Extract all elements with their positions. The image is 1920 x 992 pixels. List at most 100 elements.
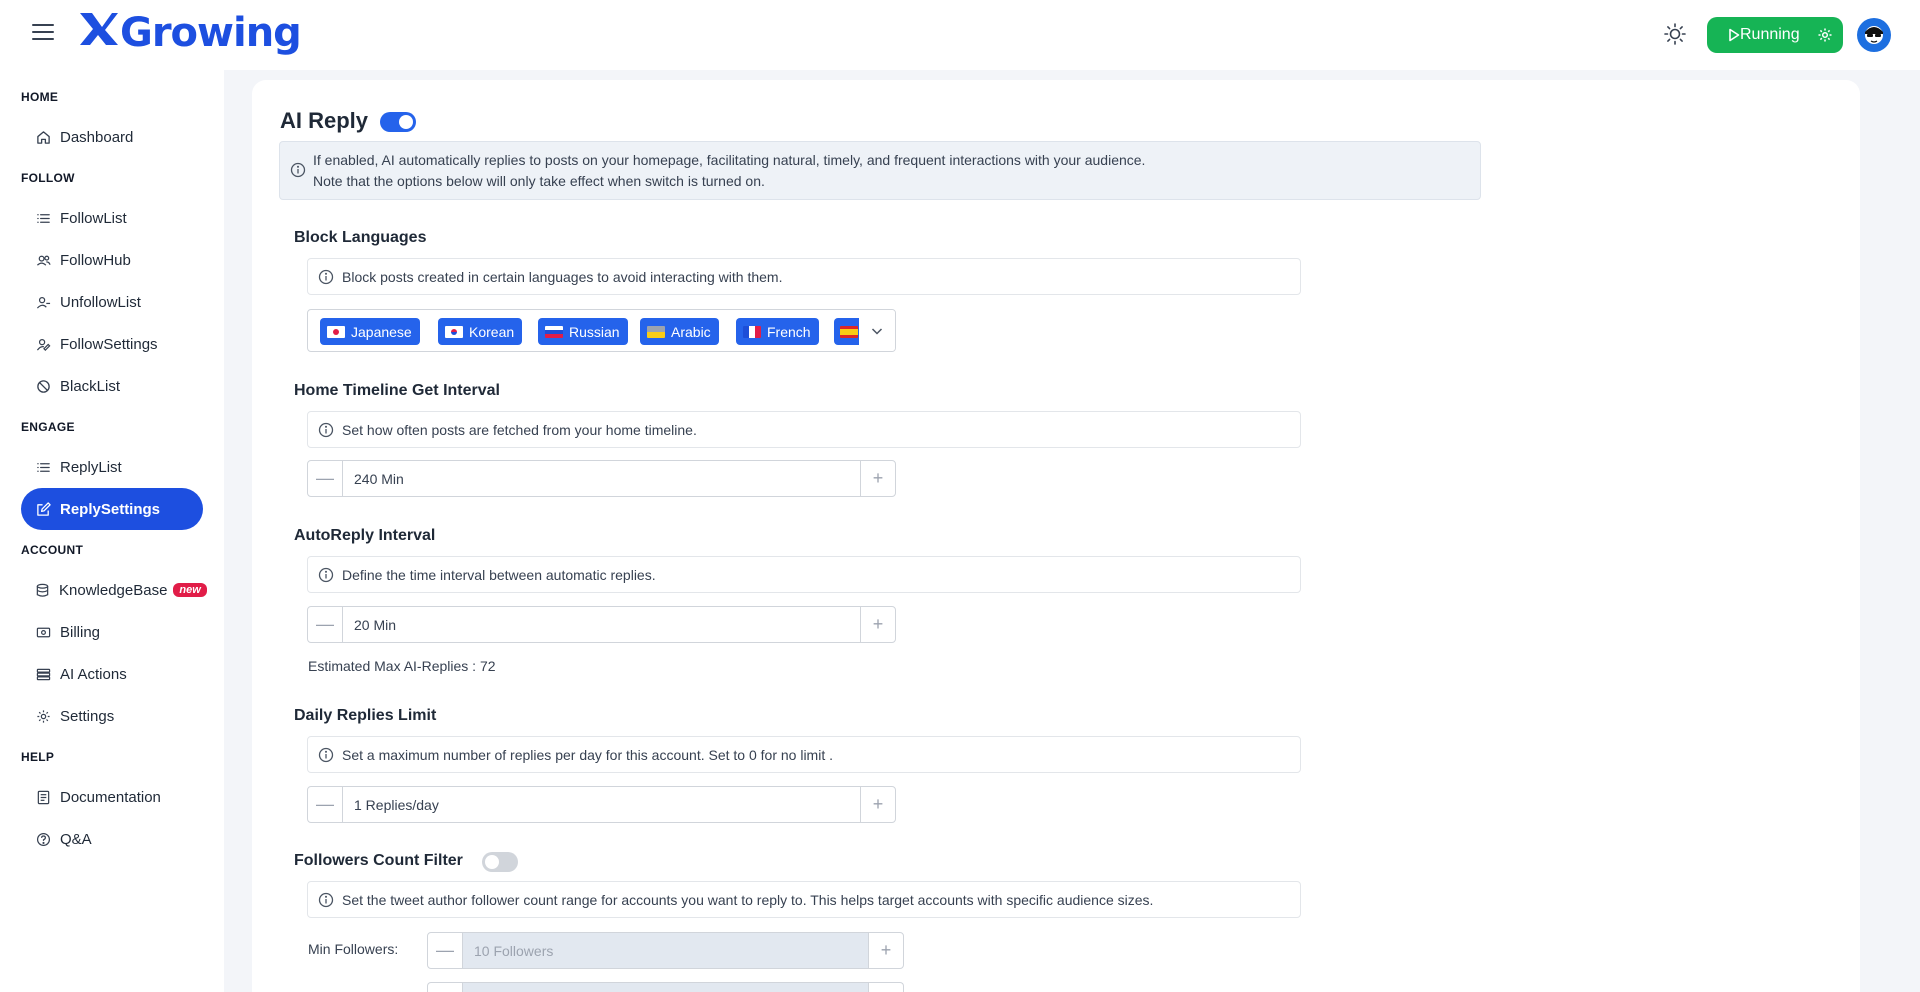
sidebar-item-label: FollowList: [60, 209, 127, 227]
sidebar-item-settings[interactable]: Settings: [21, 695, 203, 737]
user-minus-icon: [35, 294, 51, 310]
section-title-help: HELP: [21, 750, 55, 764]
info-icon: [318, 892, 334, 911]
section-title-account: ACCOUNT: [21, 543, 84, 557]
autoreply-title: AutoReply Interval: [294, 527, 436, 544]
info-line-1: If enabled, AI automatically replies to …: [313, 152, 1146, 168]
sidebar-item-replylist[interactable]: ReplyList: [21, 446, 203, 488]
language-tag[interactable]: Arabic: [640, 318, 719, 345]
min-followers-stepper[interactable]: — 10 Followers +: [427, 932, 904, 969]
chevron-down-icon[interactable]: [859, 310, 895, 351]
plus-icon[interactable]: +: [868, 933, 903, 968]
russia-flag-icon: [545, 325, 563, 338]
sidebar-item-blacklist[interactable]: BlackList: [21, 365, 203, 407]
daily-limit-info: Set a maximum number of replies per day …: [307, 736, 1301, 773]
daily-limit-value[interactable]: 1 Replies/day: [343, 787, 860, 822]
language-tag[interactable]: Korean: [438, 318, 523, 345]
block-languages-title: Block Languages: [294, 229, 427, 246]
gear-icon[interactable]: [1817, 27, 1833, 48]
question-icon: [35, 831, 51, 847]
list-icon: [35, 459, 51, 475]
language-tag[interactable]: French: [736, 318, 819, 345]
autoreply-info: Define the time interval between automat…: [307, 556, 1301, 593]
block-languages-info: Block posts created in certain languages…: [307, 258, 1301, 295]
sun-icon[interactable]: [1662, 21, 1688, 47]
minus-icon[interactable]: —: [308, 461, 343, 496]
home-timeline-title: Home Timeline Get Interval: [294, 382, 500, 399]
brand-name: Growing: [120, 10, 302, 56]
home-timeline-info: Set how often posts are fetched from you…: [307, 411, 1301, 448]
running-status-button[interactable]: Running: [1707, 17, 1843, 53]
sidebar-item-label: Dashboard: [60, 128, 134, 146]
home-timeline-stepper[interactable]: — 240 Min +: [307, 460, 896, 497]
page-title: AI Reply: [280, 108, 369, 133]
logo-mark-icon: [78, 8, 120, 58]
play-icon: [1721, 28, 1740, 42]
info-icon: [290, 162, 306, 184]
ai-reply-info: If enabled, AI automatically replies to …: [279, 141, 1481, 200]
sidebar-item-label: KnowledgeBase: [59, 581, 168, 599]
section-title-home: HOME: [21, 90, 59, 104]
home-timeline-value[interactable]: 240 Min: [343, 461, 860, 496]
database-icon: [35, 582, 50, 598]
sidebar-item-unfollowlist[interactable]: UnfollowList: [21, 281, 203, 323]
info-icon: [318, 747, 334, 766]
info-icon: [318, 422, 334, 441]
sidebar-item-dashboard[interactable]: Dashboard: [21, 116, 203, 158]
sidebar-item-ai-actions[interactable]: AI Actions: [21, 653, 203, 695]
info-text: Set a maximum number of replies per day …: [342, 746, 833, 763]
info-line-2: Note that the options below will only ta…: [313, 173, 765, 189]
home-icon: [35, 129, 51, 145]
plus-icon[interactable]: [868, 983, 903, 992]
section-title-engage: ENGAGE: [21, 420, 75, 434]
menu-icon[interactable]: [32, 24, 54, 44]
sidebar-item-label: Documentation: [60, 788, 161, 806]
sidebar-item-replysettings[interactable]: ReplySettings: [21, 488, 203, 530]
language-tag[interactable]: Russian: [538, 318, 628, 345]
minus-icon[interactable]: —: [428, 933, 463, 968]
info-icon: [318, 567, 334, 586]
minus-icon[interactable]: —: [308, 787, 343, 822]
language-tag-label: French: [767, 323, 811, 340]
sidebar-item-followlist[interactable]: FollowList: [21, 197, 203, 239]
plus-icon[interactable]: +: [860, 607, 895, 642]
autoreply-value[interactable]: 20 Min: [343, 607, 860, 642]
info-icon: [318, 269, 334, 288]
min-followers-value[interactable]: 10 Followers: [463, 933, 868, 968]
brand-logo[interactable]: Growing: [78, 8, 302, 58]
sidebar-item-knowledgebase[interactable]: KnowledgeBase new: [21, 569, 207, 611]
user-avatar[interactable]: [1857, 18, 1891, 52]
section-title-follow: FOLLOW: [21, 171, 75, 185]
users-icon: [35, 252, 51, 268]
language-tag-label: Japanese: [351, 323, 412, 340]
sidebar-item-label: Settings: [60, 707, 115, 725]
plus-icon[interactable]: +: [860, 787, 895, 822]
max-followers-stepper[interactable]: [427, 982, 904, 992]
minus-icon[interactable]: [428, 983, 463, 992]
sidebar-item-label: Q&A: [60, 830, 92, 848]
sidebar-item-followhub[interactable]: FollowHub: [21, 239, 203, 281]
korea-flag-icon: [445, 325, 463, 338]
estimated-max-replies: Estimated Max AI-Replies : 72: [308, 658, 496, 674]
plus-icon[interactable]: +: [860, 461, 895, 496]
sidebar-item-documentation[interactable]: Documentation: [21, 776, 203, 818]
autoreply-stepper[interactable]: — 20 Min +: [307, 606, 896, 643]
minus-icon[interactable]: —: [308, 607, 343, 642]
sidebar-item-billing[interactable]: Billing: [21, 611, 203, 653]
sidebar-item-label: BlackList: [60, 377, 121, 395]
followers-filter-info: Set the tweet author follower count rang…: [307, 881, 1301, 918]
document-icon: [35, 789, 51, 805]
info-text: Set how often posts are fetched from you…: [342, 421, 697, 438]
max-followers-value[interactable]: [463, 983, 868, 992]
info-text: Define the time interval between automat…: [342, 566, 656, 583]
sidebar-item-qa[interactable]: Q&A: [21, 818, 203, 860]
language-multiselect[interactable]: Japanese Korean Russian Arabic French: [307, 309, 896, 352]
followers-filter-toggle[interactable]: [482, 852, 518, 872]
stack-icon: [35, 666, 51, 682]
language-tag[interactable]: Japanese: [320, 318, 420, 345]
sidebar-item-label: AI Actions: [60, 665, 127, 683]
ai-reply-toggle[interactable]: [380, 112, 416, 132]
sidebar-item-followsettings[interactable]: FollowSettings: [21, 323, 203, 365]
daily-limit-stepper[interactable]: — 1 Replies/day +: [307, 786, 896, 823]
new-badge: new: [173, 583, 207, 597]
